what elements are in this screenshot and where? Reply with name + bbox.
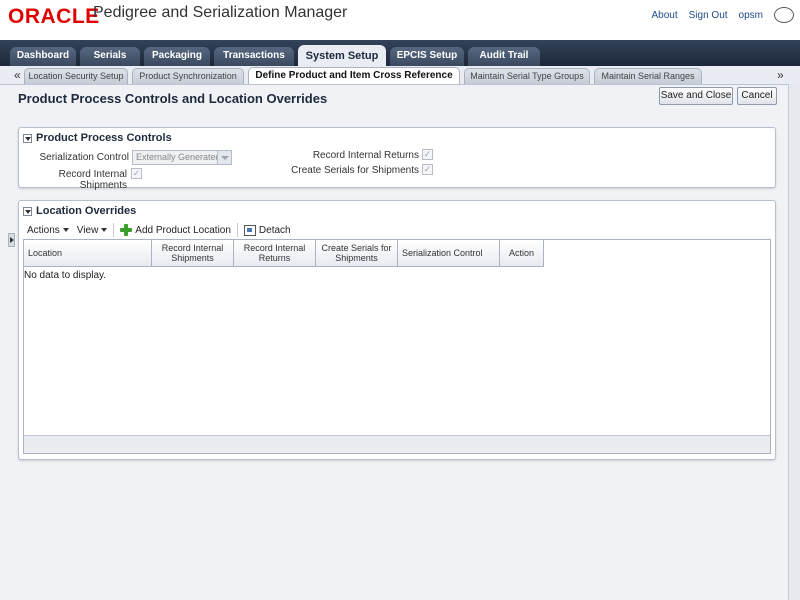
- actions-menu-label: Actions: [27, 224, 60, 236]
- location-overrides-panel: Location Overrides Actions View Add Prod…: [18, 200, 776, 460]
- oracle-logo: ORACLE: [8, 5, 100, 28]
- app-header: ORACLE Pedigree and Serialization Manage…: [0, 0, 800, 40]
- global-help-icon[interactable]: [774, 7, 794, 23]
- table-footer: [24, 435, 770, 453]
- tab-epcis-setup[interactable]: EPCIS Setup: [390, 47, 464, 66]
- record-internal-returns-checkbox[interactable]: ✓: [422, 149, 433, 160]
- main-tabs: Dashboard Serials Packaging Transactions…: [0, 40, 800, 66]
- serialization-control-label: Serialization Control: [39, 152, 130, 163]
- column-header-create-serials[interactable]: Create Serials for Shipments: [316, 240, 398, 267]
- cancel-button[interactable]: Cancel: [737, 87, 777, 105]
- serialization-control-select[interactable]: Externally Generated: [132, 150, 232, 165]
- expand-side-panel-icon[interactable]: [8, 233, 15, 247]
- record-internal-shipments-label: Record Internal Shipments: [58, 169, 127, 191]
- chevron-down-icon: [62, 228, 69, 232]
- opsm-link[interactable]: opsm: [739, 10, 763, 21]
- about-link[interactable]: About: [651, 10, 677, 21]
- tab-transactions[interactable]: Transactions: [214, 47, 294, 66]
- tab-dashboard[interactable]: Dashboard: [10, 47, 76, 66]
- save-and-close-button[interactable]: Save and Close: [659, 87, 733, 105]
- create-serials-checkbox[interactable]: ✓: [422, 164, 433, 175]
- tab-packaging[interactable]: Packaging: [144, 47, 210, 66]
- record-internal-shipments-checkbox[interactable]: ✓: [131, 168, 142, 179]
- column-header-serialization-control[interactable]: Serialization Control: [398, 240, 500, 267]
- collapse-icon[interactable]: [23, 206, 32, 216]
- actions-menu[interactable]: Actions: [27, 225, 69, 236]
- add-icon: [120, 224, 133, 236]
- column-header-location[interactable]: Location: [24, 240, 152, 267]
- scroll-right-icon[interactable]: »: [777, 68, 784, 82]
- product-process-controls-header[interactable]: Product Process Controls: [23, 132, 172, 144]
- column-header-record-internal-shipments[interactable]: Record Internal Shipments: [152, 240, 234, 267]
- vertical-scrollbar[interactable]: [788, 84, 800, 600]
- record-internal-returns-label: Record Internal Returns: [312, 150, 419, 161]
- main-content: Product Process Controls and Location Ov…: [0, 84, 800, 600]
- sub-tabs: « Location Security Setup Product Synchr…: [0, 66, 800, 84]
- tab-system-setup[interactable]: System Setup: [298, 45, 386, 66]
- subtab-maintain-serial-ranges[interactable]: Maintain Serial Ranges: [594, 68, 702, 84]
- sign-out-link[interactable]: Sign Out: [689, 10, 728, 21]
- subtab-product-synchronization[interactable]: Product Synchronization: [132, 68, 244, 84]
- tab-serials[interactable]: Serials: [80, 47, 140, 66]
- view-menu-label: View: [76, 224, 99, 236]
- view-menu[interactable]: View: [77, 225, 108, 236]
- toolbar-divider: [113, 223, 115, 237]
- page-title: Product Process Controls and Location Ov…: [18, 91, 328, 106]
- subtab-location-security-setup[interactable]: Location Security Setup: [24, 68, 128, 84]
- location-overrides-table: Location Record Internal Shipments Recor…: [23, 239, 771, 454]
- toolbar-divider: [236, 223, 238, 237]
- detach-icon: [243, 224, 256, 236]
- global-links: About Sign Out opsm: [651, 7, 794, 23]
- scroll-left-icon[interactable]: «: [14, 68, 21, 82]
- app-title: Pedigree and Serialization Manager: [93, 4, 348, 21]
- add-product-location-label: Add Product Location: [135, 224, 231, 236]
- collapse-icon[interactable]: [23, 133, 32, 143]
- no-data-message: No data to display.: [24, 270, 107, 281]
- detach-button[interactable]: Detach: [243, 224, 291, 236]
- chevron-down-icon: [217, 151, 231, 164]
- location-overrides-header[interactable]: Location Overrides: [23, 205, 136, 217]
- column-header-action[interactable]: Action: [500, 240, 544, 267]
- product-process-controls-title: Product Process Controls: [36, 132, 172, 144]
- detach-label: Detach: [258, 224, 291, 236]
- create-serials-label: Create Serials for Shipments: [291, 165, 419, 176]
- subtab-define-product-cross-reference[interactable]: Define Product and Item Cross Reference: [248, 67, 460, 84]
- location-overrides-toolbar: Actions View Add Product Location Detach: [23, 221, 291, 239]
- tab-audit-trail[interactable]: Audit Trail: [468, 47, 540, 66]
- column-header-record-internal-returns[interactable]: Record Internal Returns: [234, 240, 316, 267]
- add-product-location-button[interactable]: Add Product Location: [120, 224, 231, 236]
- chevron-down-icon: [101, 228, 108, 232]
- product-process-controls-panel: Product Process Controls Serialization C…: [18, 127, 776, 191]
- location-overrides-title: Location Overrides: [36, 205, 137, 217]
- serialization-control-value: Externally Generated: [136, 152, 221, 162]
- subtab-maintain-serial-type-groups[interactable]: Maintain Serial Type Groups: [464, 68, 590, 84]
